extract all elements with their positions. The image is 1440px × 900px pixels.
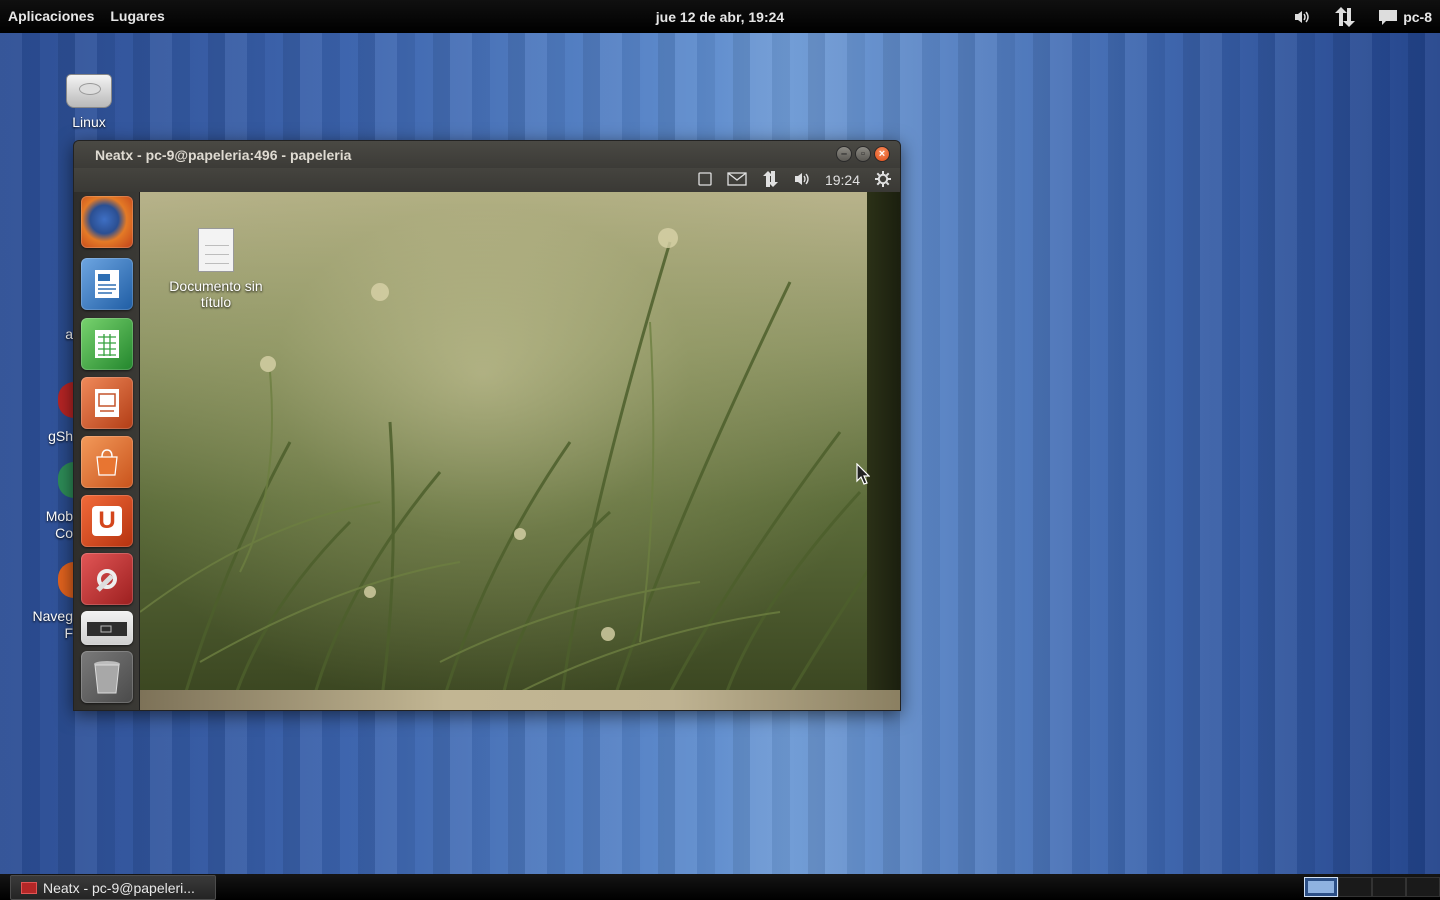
system-settings-launcher-icon[interactable] bbox=[81, 553, 133, 605]
ubuntu-one-launcher-icon[interactable]: U bbox=[81, 495, 133, 547]
desktop-label-mobile: Mob bbox=[45, 508, 73, 524]
ubuntu-one-glyph: U bbox=[92, 506, 122, 536]
places-menu[interactable]: Lugares bbox=[102, 0, 172, 33]
remote-volume-icon[interactable] bbox=[793, 171, 811, 190]
desktop-label-browser: Naveg bbox=[32, 608, 73, 624]
firefox-launcher-icon[interactable] bbox=[81, 196, 133, 248]
mouse-cursor-icon bbox=[856, 463, 870, 485]
drive-icon bbox=[66, 74, 112, 108]
neatx-window[interactable]: Neatx - pc-9@papeleria:496 - papeleria –… bbox=[73, 140, 901, 711]
browser-icon[interactable] bbox=[58, 562, 74, 598]
window-title: Neatx - pc-9@papeleria:496 - papeleria bbox=[95, 146, 352, 163]
messaging-icon bbox=[1379, 9, 1398, 25]
neatx-icon bbox=[21, 882, 37, 894]
window-controls: – ▫ × bbox=[836, 146, 890, 162]
applications-menu[interactable]: Aplicaciones bbox=[0, 0, 102, 33]
remote-wallpaper: Documento sin título bbox=[140, 192, 900, 710]
workspace-1[interactable] bbox=[1304, 877, 1338, 897]
top-panel: Aplicaciones Lugares jue 12 de abr, 19:2… bbox=[0, 0, 1440, 33]
mail-icon[interactable] bbox=[727, 171, 747, 189]
taskbar-label: Neatx - pc-9@papeleri... bbox=[43, 879, 195, 896]
remote-desktop-area[interactable]: U Documento sin título bbox=[74, 192, 900, 710]
writer-launcher-icon[interactable] bbox=[81, 258, 133, 310]
system-tray: pc-8 bbox=[1293, 0, 1432, 33]
software-center-launcher-icon[interactable] bbox=[81, 436, 133, 488]
remote-top-panel: 19:24 bbox=[74, 168, 900, 192]
workspace-2[interactable] bbox=[1338, 877, 1372, 897]
messaging-menu[interactable]: pc-8 bbox=[1377, 8, 1432, 26]
workspace-3[interactable] bbox=[1372, 877, 1406, 897]
desktop-label-browser-2: F bbox=[64, 625, 73, 641]
clock[interactable]: jue 12 de abr, 19:24 bbox=[656, 9, 784, 25]
window-titlebar[interactable]: Neatx - pc-9@papeleria:496 - papeleria –… bbox=[74, 141, 900, 168]
document-icon bbox=[198, 228, 234, 272]
desktop-icon-linux[interactable]: Linux bbox=[56, 74, 122, 130]
maximize-button[interactable]: ▫ bbox=[855, 146, 871, 162]
window-icon[interactable] bbox=[697, 171, 713, 190]
desktop-label-partial: a bbox=[65, 326, 73, 342]
remote-clock[interactable]: 19:24 bbox=[825, 172, 860, 188]
minimize-button[interactable]: – bbox=[836, 146, 852, 162]
calc-launcher-icon[interactable] bbox=[81, 318, 133, 370]
gshare-icon[interactable] bbox=[58, 382, 74, 418]
impress-launcher-icon[interactable] bbox=[81, 377, 133, 429]
username: pc-8 bbox=[1403, 8, 1432, 25]
volume-icon[interactable] bbox=[1293, 9, 1311, 25]
mobile-connect-icon[interactable] bbox=[58, 462, 74, 498]
network-transfer-icon[interactable] bbox=[1333, 6, 1356, 28]
settings-icon[interactable] bbox=[874, 170, 892, 191]
desktop-label-gshare: gSh bbox=[48, 428, 73, 444]
close-button[interactable]: × bbox=[874, 146, 890, 162]
workspace-switcher-launcher-icon[interactable] bbox=[81, 611, 133, 645]
bottom-panel: Neatx - pc-9@papeleri... bbox=[0, 874, 1440, 900]
workspace-switcher bbox=[1304, 877, 1440, 897]
remote-tray: 19:24 bbox=[697, 168, 892, 192]
desktop-label-mobile-2: Co bbox=[55, 525, 73, 541]
taskbar-button-neatx[interactable]: Neatx - pc-9@papeleri... bbox=[10, 875, 216, 900]
remote-bottom-strip bbox=[140, 690, 900, 710]
trash-launcher-icon[interactable] bbox=[81, 651, 133, 703]
clock-container: jue 12 de abr, 19:24 bbox=[0, 9, 1440, 25]
wallpaper-edge bbox=[867, 192, 900, 690]
document-icon-label: Documento sin título bbox=[169, 278, 263, 310]
network-icon[interactable] bbox=[761, 170, 779, 191]
remote-document-icon[interactable]: Documento sin título bbox=[164, 228, 268, 310]
workspace-4[interactable] bbox=[1406, 877, 1440, 897]
unity-launcher: U bbox=[74, 192, 140, 710]
desktop-icon-label: Linux bbox=[72, 114, 106, 130]
